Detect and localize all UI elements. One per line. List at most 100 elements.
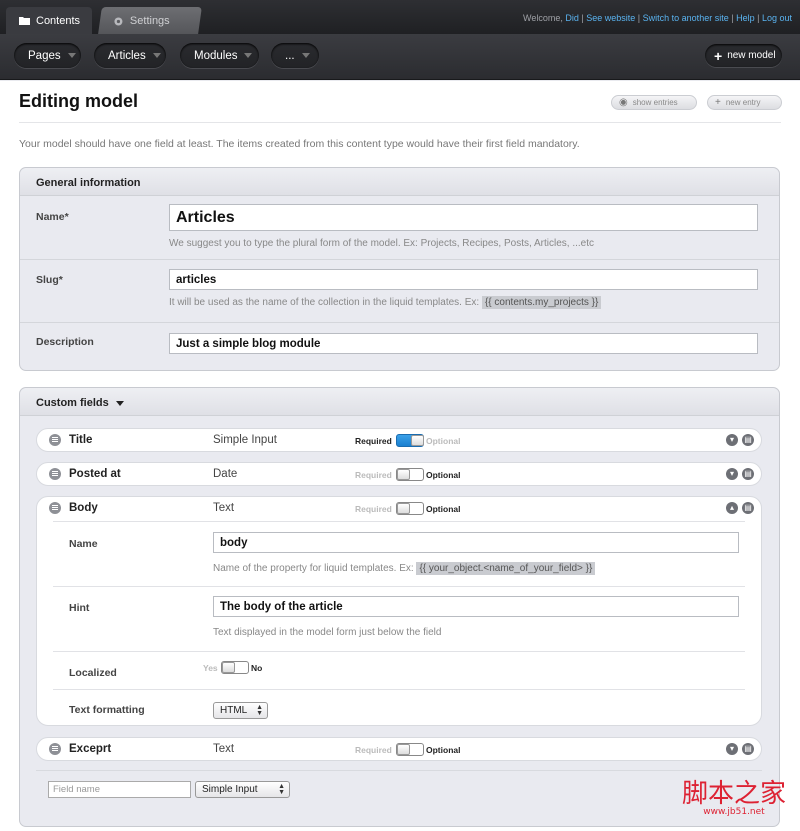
new-field-type-value: Simple Input (202, 784, 258, 795)
help-link[interactable]: Help (736, 13, 755, 23)
caret-down-icon (152, 53, 161, 58)
localized-toggle[interactable] (221, 661, 249, 674)
field-type: Text (213, 743, 235, 755)
drag-handle-icon[interactable] (49, 502, 61, 514)
tab-contents[interactable]: Contents (6, 7, 92, 34)
name-row: Name* Articles We suggest you to type th… (20, 197, 779, 260)
required-toggle[interactable] (396, 468, 424, 481)
custom-fields-heading-label: Custom fields (36, 397, 109, 409)
body-name-label: Name (69, 538, 98, 550)
drag-handle-icon[interactable] (49, 743, 61, 755)
nav-pages-button[interactable]: Pages (14, 43, 81, 68)
updown-icon: ▲ ▼ (278, 783, 285, 796)
account-links: Welcome, Did | See website | Switch to a… (523, 13, 792, 23)
chevron-down-icon[interactable]: ▾ (726, 743, 738, 755)
body-name-row: Name body Name of the property for liqui… (53, 521, 745, 587)
toggle-knob (397, 503, 410, 514)
nav-bar: Pages Articles Modules ... + new model (0, 34, 800, 80)
nav-more-label: ... (285, 49, 295, 62)
general-information-panel: General information Name* Articles We su… (19, 167, 780, 371)
switch-site-link[interactable]: Switch to another site (643, 13, 729, 23)
name-input[interactable]: Articles (169, 204, 758, 231)
eye-icon: ◉ (619, 97, 628, 108)
field-row-excerpt: Exceprt Text Required Optional ▾ ▤ (36, 737, 762, 761)
updown-icon: ▲ ▼ (256, 704, 263, 717)
new-model-label: new model (727, 50, 776, 61)
new-entry-button[interactable]: + new entry (707, 95, 782, 110)
text-formatting-select[interactable]: HTML ▲ ▼ (213, 702, 268, 719)
chevron-down-icon[interactable]: ▾ (726, 468, 738, 480)
required-toggle[interactable] (396, 743, 424, 756)
body-name-hint-text: Name of the property for liquid template… (213, 563, 414, 574)
required-toggle[interactable] (396, 434, 424, 447)
user-link[interactable]: Did (565, 13, 579, 23)
caret-down-icon (301, 53, 310, 58)
drag-handle-icon[interactable] (49, 468, 61, 480)
localized-row: Localized Yes No (53, 652, 745, 690)
chevron-down-icon[interactable]: ▾ (726, 434, 738, 446)
optional-label: Optional (426, 470, 461, 480)
watermark-logo: 脚本之家 www.jb51.net (682, 781, 786, 817)
text-formatting-value: HTML (220, 705, 248, 716)
separator: | (731, 13, 734, 23)
body-name-code-example: {{ your_object.<name_of_your_field> }} (416, 562, 596, 575)
name-hint: We suggest you to type the plural form o… (169, 238, 595, 249)
field-type: Simple Input (213, 434, 277, 446)
show-entries-label: show entries (632, 98, 678, 107)
nav-more-button[interactable]: ... (271, 43, 319, 68)
body-hint-hint: Text displayed in the model form just be… (213, 627, 442, 638)
new-field-type-select[interactable]: Simple Input ▲ ▼ (195, 781, 290, 798)
optional-label: Optional (426, 504, 461, 514)
slug-code-example: {{ contents.my_projects }} (481, 296, 602, 309)
required-toggle[interactable] (396, 502, 424, 515)
trash-icon[interactable]: ▤ (742, 743, 754, 755)
custom-fields-heading[interactable]: Custom fields (20, 388, 779, 416)
separator: | (757, 13, 760, 23)
text-formatting-label: Text formatting (69, 704, 145, 716)
field-name: Exceprt (69, 743, 112, 755)
localized-label: Localized (69, 667, 117, 679)
optional-label: Optional (426, 745, 461, 755)
custom-fields-panel: Custom fields Title Simple Input Require… (19, 387, 780, 827)
new-model-button[interactable]: + new model (705, 44, 782, 67)
description-input[interactable]: Just a simple blog module (169, 333, 758, 354)
toggle-knob (411, 435, 424, 446)
text-formatting-row: Text formatting HTML ▲ ▼ (53, 690, 745, 726)
main-content: Editing model ◉ show entries + new entry Y… (0, 81, 800, 831)
trash-icon[interactable]: ▤ (742, 502, 754, 514)
new-field-row: Field name Simple Input ▲ ▼ (36, 770, 762, 804)
body-name-input[interactable]: body (213, 532, 739, 553)
field-name: Title (69, 434, 93, 446)
trash-icon[interactable]: ▤ (742, 468, 754, 480)
field-type: Text (213, 502, 235, 514)
caret-down-icon (244, 53, 253, 58)
logout-link[interactable]: Log out (762, 13, 792, 23)
slug-row: Slug* articles It will be used as the na… (20, 260, 779, 323)
new-field-name-input[interactable]: Field name (48, 781, 191, 798)
slug-input[interactable]: articles (169, 269, 758, 290)
body-hint-row: Hint The body of the article Text displa… (53, 587, 745, 652)
body-hint-input[interactable]: The body of the article (213, 596, 739, 617)
nav-modules-label: Modules (194, 49, 238, 62)
drag-handle-icon[interactable] (49, 434, 61, 446)
required-label: Required (355, 745, 392, 755)
plus-icon: + (715, 97, 721, 108)
chevron-up-icon[interactable]: ▴ (726, 502, 738, 514)
tab-contents-label: Contents (36, 14, 81, 27)
trash-icon[interactable]: ▤ (742, 434, 754, 446)
description-row: Description Just a simple blog module (20, 323, 779, 371)
tab-settings[interactable]: Settings (98, 7, 202, 34)
name-label: Name* (36, 211, 69, 223)
required-label: Required (355, 504, 392, 514)
toggle-knob (222, 662, 235, 673)
show-entries-button[interactable]: ◉ show entries (611, 95, 697, 110)
nav-modules-button[interactable]: Modules (180, 43, 259, 68)
tab-settings-label: Settings (130, 14, 170, 27)
localized-no-label: No (251, 663, 263, 673)
see-website-link[interactable]: See website (586, 13, 635, 23)
caret-down-icon (67, 53, 76, 58)
localized-yes-label: Yes (203, 663, 218, 673)
plus-icon: + (714, 47, 723, 64)
field-name: Body (69, 502, 98, 514)
nav-articles-button[interactable]: Articles (94, 43, 166, 68)
